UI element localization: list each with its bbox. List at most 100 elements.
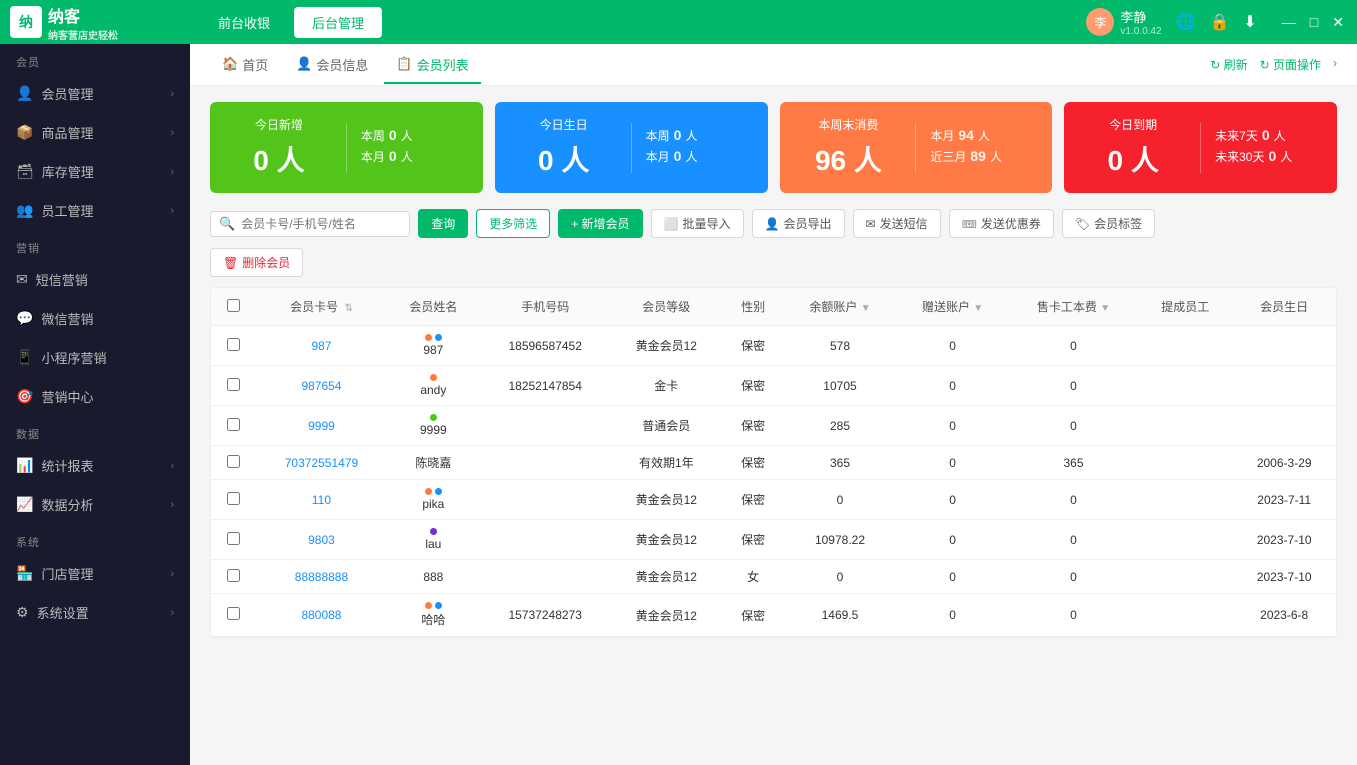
member-name-wrap: 陈晓嘉 — [396, 454, 470, 471]
refresh-button[interactable]: ↻ 刷新 — [1210, 56, 1247, 73]
row-checkbox-4[interactable] — [211, 480, 257, 520]
row-checkbox-1[interactable] — [211, 366, 257, 406]
maximize-button[interactable]: □ — [1307, 14, 1321, 31]
sidebar-label-stats-report: 统计报表 — [41, 456, 93, 475]
cell-gift-6: 0 — [896, 560, 1009, 594]
cell-balance-7: 1469.5 — [784, 594, 897, 637]
select-all-checkbox[interactable] — [227, 299, 240, 312]
sidebar-item-product-mgmt[interactable]: 📦 商品管理 › — [0, 113, 190, 152]
sidebar-item-staff-mgmt[interactable]: 👥 员工管理 › — [0, 191, 190, 230]
row-checkbox-0[interactable] — [211, 326, 257, 366]
coupon-button[interactable]: 🎟 发送优惠券 — [949, 209, 1054, 238]
nav-item-member-list[interactable]: 📋会员列表 — [384, 47, 480, 84]
member-name-wrap: 888 — [396, 570, 470, 584]
cell-card-no-1[interactable]: 987654 — [257, 366, 386, 406]
sms-button[interactable]: ✉ 发送短信 — [853, 209, 941, 238]
cell-referrer-7 — [1138, 594, 1232, 637]
lock-icon[interactable]: 🔒 — [1209, 12, 1229, 32]
card-no-link-1[interactable]: 987654 — [301, 379, 341, 393]
row-check[interactable] — [227, 338, 240, 351]
th-card_no[interactable]: 会员卡号 ⇅ — [257, 288, 386, 326]
cell-card-no-2[interactable]: 9999 — [257, 406, 386, 446]
row-check[interactable] — [227, 418, 240, 431]
sidebar-item-data-analysis[interactable]: 📈 数据分析 › — [0, 485, 190, 524]
row-check[interactable] — [227, 455, 240, 468]
member-name-0: 987 — [423, 343, 443, 357]
cell-card-no-5[interactable]: 9803 — [257, 520, 386, 560]
cell-gift-2: 0 — [896, 406, 1009, 446]
export-button[interactable]: 👤 会员导出 — [752, 209, 845, 238]
filter-icon-card_cost[interactable]: ▼ — [1100, 303, 1110, 314]
row-check[interactable] — [227, 607, 240, 620]
tab-front[interactable]: 前台收银 — [200, 7, 288, 38]
close-button[interactable]: ✕ — [1329, 14, 1347, 31]
cell-card-no-3[interactable]: 70372551479 — [257, 446, 386, 480]
cell-card-no-7[interactable]: 880088 — [257, 594, 386, 637]
globe-icon[interactable]: 🌐 — [1176, 12, 1196, 32]
sidebar-item-system-settings[interactable]: ⚙ 系统设置 › — [0, 593, 190, 632]
cell-level-2: 普通会员 — [610, 406, 723, 446]
add-member-button[interactable]: + 新增会员 — [558, 209, 642, 238]
sidebar-item-mini-marketing[interactable]: 📱 小程序营销 — [0, 338, 190, 377]
card-no-link-4[interactable]: 110 — [312, 493, 331, 507]
cell-referrer-4 — [1138, 480, 1232, 520]
th-gift[interactable]: 赠送账户 ▼ — [896, 288, 1009, 326]
card-no-link-3[interactable]: 70372551479 — [285, 456, 358, 470]
row-check[interactable] — [227, 492, 240, 505]
filter-icon-balance[interactable]: ▼ — [861, 303, 871, 314]
card-no-link-5[interactable]: 9803 — [308, 533, 335, 547]
filter-button[interactable]: 更多筛选 — [476, 209, 550, 238]
stat-card-new-today: 今日新增 0 人 本周 0 人 本月 0 人 — [210, 102, 483, 193]
th-balance[interactable]: 余额账户 ▼ — [784, 288, 897, 326]
row-check[interactable] — [227, 569, 240, 582]
cell-phone-3 — [480, 446, 609, 480]
row-check[interactable] — [227, 532, 240, 545]
row-check[interactable] — [227, 378, 240, 391]
card-no-link-0[interactable]: 987 — [311, 339, 331, 353]
sidebar-item-inventory-mgmt[interactable]: 🗃 库存管理 › — [0, 152, 190, 191]
delete-member-button[interactable]: 🗑 删除会员 — [210, 248, 303, 277]
card-no-link-2[interactable]: 9999 — [308, 419, 335, 433]
dot-green — [430, 414, 437, 421]
card-no-link-6[interactable]: 88888888 — [295, 570, 348, 584]
tag-button[interactable]: 🏷 会员标签 — [1062, 209, 1155, 238]
search-button[interactable]: 查询 — [418, 209, 468, 238]
minimize-button[interactable]: — — [1279, 14, 1299, 31]
th-card_cost[interactable]: 售卡工本费 ▼ — [1009, 288, 1138, 326]
sidebar-item-sms-marketing[interactable]: ✉ 短信营销 — [0, 260, 190, 299]
sidebar-item-wechat-marketing[interactable]: 💬 微信营销 — [0, 299, 190, 338]
row-checkbox-5[interactable] — [211, 520, 257, 560]
cell-gender-2: 保密 — [723, 406, 784, 446]
nav-item-member-info[interactable]: 👤会员信息 — [284, 47, 380, 84]
cell-card-no-4[interactable]: 110 — [257, 480, 386, 520]
cell-gender-1: 保密 — [723, 366, 784, 406]
cell-card-no-0[interactable]: 987 — [257, 326, 386, 366]
download-icon[interactable]: ⬇ — [1243, 12, 1256, 32]
page-ops-button[interactable]: ↻ 页面操作 — [1260, 56, 1321, 73]
stat-title-birthday-today: 今日生日 — [511, 116, 617, 133]
sidebar-item-store-mgmt[interactable]: 🏪 门店管理 › — [0, 554, 190, 593]
main-content: 🏠首页👤会员信息📋会员列表 ↻ 刷新 ↻ 页面操作 › 今日新增 0 人 本周 … — [190, 44, 1357, 765]
sidebar-arrow-product-mgmt: › — [170, 127, 174, 139]
row-checkbox-2[interactable] — [211, 406, 257, 446]
cell-phone-4 — [480, 480, 609, 520]
expand-icon[interactable]: › — [1333, 56, 1337, 73]
row-checkbox-6[interactable] — [211, 560, 257, 594]
app-slogan: 纳客营店史轻松 — [48, 27, 118, 42]
cell-card-no-6[interactable]: 88888888 — [257, 560, 386, 594]
dot-purple — [430, 528, 437, 535]
cell-birthday-4: 2023-7-11 — [1232, 480, 1336, 520]
card-no-link-7[interactable]: 880088 — [301, 608, 341, 622]
sidebar-item-marketing-center[interactable]: 🎯 营销中心 — [0, 377, 190, 416]
sidebar-item-member-mgmt[interactable]: 👤 会员管理 › — [0, 74, 190, 113]
batch-import-button[interactable]: ⬜ 批量导入 — [651, 209, 744, 238]
filter-icon-gift[interactable]: ▼ — [973, 303, 983, 314]
nav-item-home[interactable]: 🏠首页 — [210, 47, 280, 84]
tab-back[interactable]: 后台管理 — [294, 7, 382, 38]
sidebar-item-stats-report[interactable]: 📊 统计报表 › — [0, 446, 190, 485]
row-checkbox-3[interactable] — [211, 446, 257, 480]
search-input[interactable] — [241, 217, 401, 231]
row-checkbox-7[interactable] — [211, 594, 257, 637]
coupon-icon: 🎟 — [962, 217, 977, 231]
th-phone: 手机号码 — [480, 288, 609, 326]
